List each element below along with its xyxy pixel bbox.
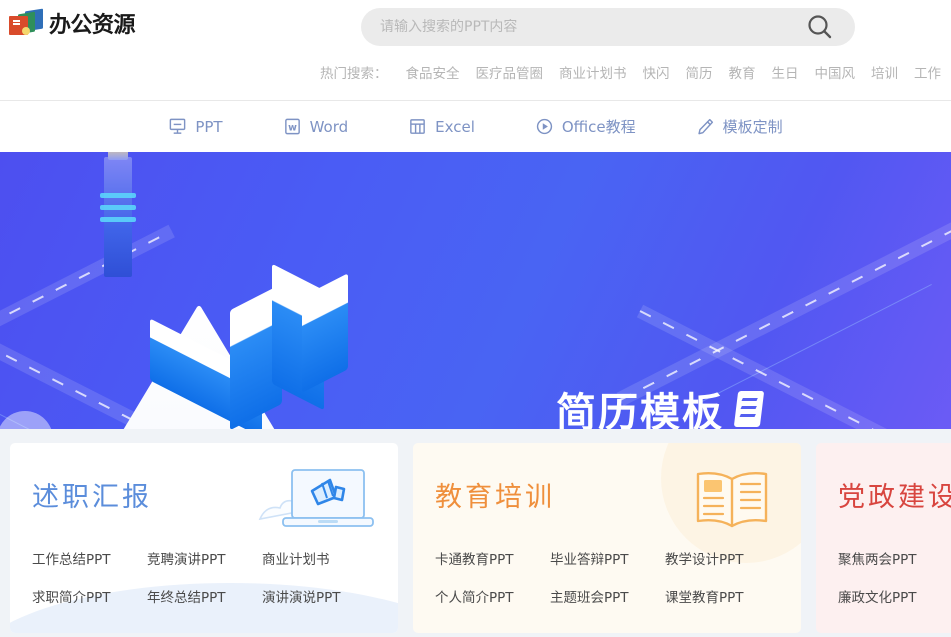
primary-nav: PPT w Word Excel Office教程 模板定制 xyxy=(0,101,951,152)
word-document-icon: w xyxy=(283,117,302,136)
nav-item-excel[interactable]: Excel xyxy=(408,117,475,136)
card-link[interactable]: 年终总结PPT xyxy=(147,586,262,606)
banner-text-block: 简历模板 做简历，我们 xyxy=(556,380,765,429)
nav-label-office-tutorial: Office教程 xyxy=(561,118,636,136)
spreadsheet-table-icon xyxy=(408,117,427,136)
card-link-grid: 聚焦两会PPT 学习贯彻PPT 建党节PPT 廉政文化PPT 党员教育PPT 主… xyxy=(838,548,951,606)
card-link[interactable]: 主题班会PPT xyxy=(550,586,665,606)
card-title: 党政建设 xyxy=(838,482,951,513)
card-link[interactable]: 个人简介PPT xyxy=(435,586,550,606)
nav-item-ppt[interactable]: PPT xyxy=(168,117,223,136)
presentation-screen-icon xyxy=(168,117,187,136)
hot-search-row: 热门搜索： 食品安全 医疗品管圈 商业计划书 快闪 简历 教育 生日 中国风 培… xyxy=(0,62,951,82)
open-book-icon xyxy=(687,465,777,537)
category-card-party[interactable]: 党政建设 聚焦两会PPT 学习贯彻PPT 建党节PPT 廉政文化PPT 党员教育… xyxy=(816,443,951,633)
document-lines-icon xyxy=(733,391,765,427)
svg-text:w: w xyxy=(288,122,297,133)
card-link[interactable]: 商业计划书 xyxy=(262,548,377,568)
hot-search-item-5[interactable]: 教育 xyxy=(729,62,756,82)
category-card-report[interactable]: 述职汇报 工作总结PPT 竞聘演讲PPT 商业计划书 求职简介PPT 年终总结P… xyxy=(10,443,398,633)
building-icon xyxy=(100,152,136,277)
w-logo-3d xyxy=(150,263,350,429)
hot-search-item-6[interactable]: 生日 xyxy=(772,62,799,82)
hot-search-item-7[interactable]: 中国风 xyxy=(815,62,856,82)
hot-search-item-4[interactable]: 简历 xyxy=(686,62,713,82)
banner-headline: 简历模板 xyxy=(556,390,724,429)
card-link[interactable]: 课堂教育PPT xyxy=(665,586,780,606)
card-link[interactable]: 演讲演说PPT xyxy=(262,586,377,606)
nav-item-office-tutorial[interactable]: Office教程 xyxy=(535,116,636,137)
card-link[interactable]: 竞聘演讲PPT xyxy=(147,548,262,568)
search-icon xyxy=(805,12,835,42)
hot-search-item-8[interactable]: 培训 xyxy=(871,62,898,82)
hot-search-label: 热门搜索： xyxy=(320,66,388,82)
hero-banner[interactable]: 简历模板 做简历，我们 xyxy=(0,152,951,429)
nav-label-excel: Excel xyxy=(435,117,475,136)
nav-label-template-custom: 模板定制 xyxy=(722,118,783,136)
hot-search-item-9[interactable]: 工作 xyxy=(914,62,941,82)
card-link-grid: 卡通教育PPT 毕业答辩PPT 教学设计PPT 个人简介PPT 主题班会PPT … xyxy=(435,548,801,606)
card-link[interactable]: 工作总结PPT xyxy=(32,548,147,568)
hot-search-item-2[interactable]: 商业计划书 xyxy=(559,62,627,82)
brand-name: 办公资源 xyxy=(49,13,136,38)
search-button[interactable] xyxy=(785,8,855,46)
hot-search-item-0[interactable]: 食品安全 xyxy=(406,62,460,82)
hot-search-item-3[interactable]: 快闪 xyxy=(643,62,670,82)
laptop-megaphone-icon xyxy=(256,465,374,537)
search-bar[interactable] xyxy=(361,8,855,46)
nav-item-template-custom[interactable]: 模板定制 xyxy=(696,116,783,137)
card-link[interactable]: 卡通教育PPT xyxy=(435,548,550,568)
category-card-education[interactable]: 教育培训 卡通教育PPT 毕业答辩PPT 教学设计PPT 个人简介PPT 主题班… xyxy=(413,443,801,633)
nav-label-ppt: PPT xyxy=(195,117,223,136)
search-input[interactable] xyxy=(361,19,785,35)
nav-item-word[interactable]: w Word xyxy=(283,117,349,136)
card-link[interactable]: 教学设计PPT xyxy=(665,548,780,568)
site-header: 办公资源 热门搜索： 食品安全 医疗品管圈 商业计划书 快闪 简历 教育 生日 … xyxy=(0,0,951,101)
slides-stack-icon xyxy=(8,8,44,36)
site-logo[interactable]: 办公资源 xyxy=(8,8,136,38)
card-link[interactable]: 聚焦两会PPT xyxy=(838,548,951,568)
banner-illustration xyxy=(0,152,951,429)
card-link[interactable]: 毕业答辩PPT xyxy=(550,548,665,568)
play-circle-icon xyxy=(535,117,554,136)
card-link[interactable]: 求职简介PPT xyxy=(32,586,147,606)
nav-label-word: Word xyxy=(309,117,349,136)
card-link[interactable]: 廉政文化PPT xyxy=(838,586,951,606)
hot-search-item-1[interactable]: 医疗品管圈 xyxy=(476,62,544,82)
pencil-icon xyxy=(696,117,715,136)
card-link-grid: 工作总结PPT 竞聘演讲PPT 商业计划书 求职简介PPT 年终总结PPT 演讲… xyxy=(32,548,398,606)
category-card-row: 述职汇报 工作总结PPT 竞聘演讲PPT 商业计划书 求职简介PPT 年终总结P… xyxy=(0,429,951,637)
